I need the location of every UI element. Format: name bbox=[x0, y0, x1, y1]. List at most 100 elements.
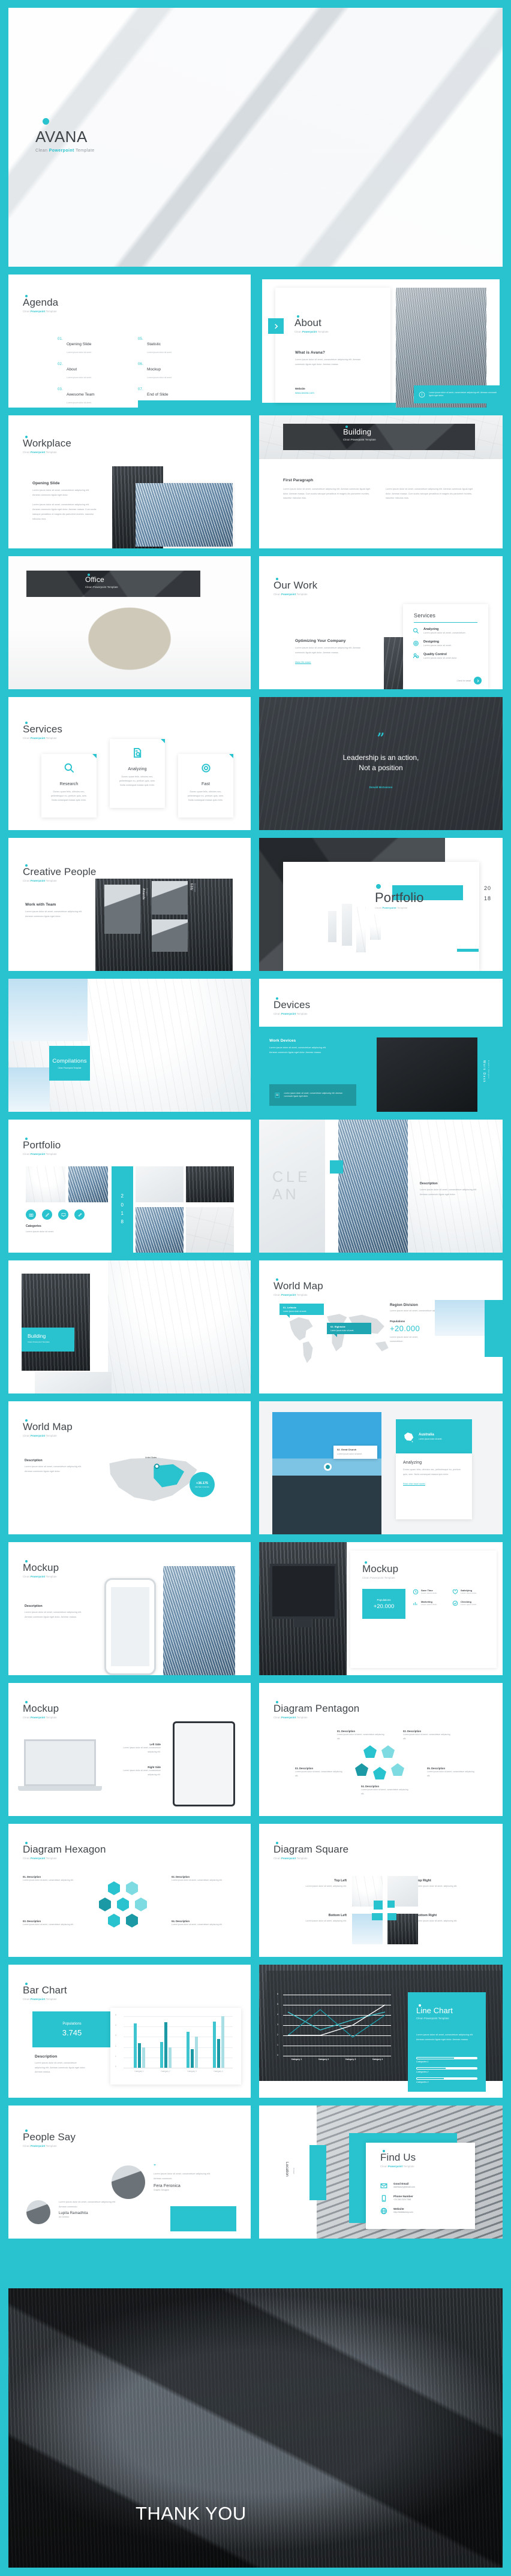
slide-about[interactable]: About Clean Powerpoint Template What is … bbox=[259, 275, 503, 408]
mockup-desktop-stat: Populations +20.000 bbox=[362, 1589, 405, 1619]
slide-building[interactable]: Building Clean Powerpoint Template First… bbox=[259, 415, 503, 548]
feature-item[interactable]: Save Time Lorem ipsum dolor. bbox=[413, 1589, 446, 1595]
portfolio-year: 2018 bbox=[483, 885, 491, 902]
destination-map-pin[interactable] bbox=[324, 1463, 332, 1471]
slide-line-chart[interactable]: 6 5 4 3 2 1 0 Category 1 Category 2 Cate… bbox=[259, 1965, 503, 2098]
feature-item[interactable]: Checking Lorem ipsum dolor. bbox=[452, 1600, 486, 1606]
service-card-analyzing[interactable]: Analyzing Donec quam felis, ultricies ne… bbox=[110, 739, 165, 808]
feature-item[interactable]: Marketing Lorem ipsum dolor. bbox=[413, 1600, 446, 1606]
testimonial-2[interactable]: Lorem ipsum dolor sit amet, consectetuer… bbox=[26, 2200, 121, 2224]
slide-creative-people[interactable]: Creative People Clean Powerpoint Templat… bbox=[8, 838, 251, 971]
building2-subtitle: Clean Powerpoint Template bbox=[28, 1341, 50, 1343]
worldmap-us-body: Description Lorem ipsum dolor sit amet, … bbox=[25, 1459, 83, 1474]
destination-bubble[interactable]: 02. Great Church Lorem ipsum dolor sit a… bbox=[333, 1446, 377, 1459]
slide-quote[interactable]: ” Leadership is an action, Not a positio… bbox=[259, 697, 503, 830]
slide-workplace[interactable]: Workplace Clean Powerpoint Template Open… bbox=[8, 415, 251, 548]
slide-devices[interactable]: Devices Clean Powerpoint Template Work D… bbox=[259, 979, 503, 1112]
mockup-tablet-left-desc: Left Side Lorem ipsum dolor sit amet, co… bbox=[115, 1743, 161, 1754]
list-item[interactable]: 02. About Lorem ipsum dolor sit amet. bbox=[58, 363, 133, 379]
bar-chart-description: Description Lorem ipsum dolor sit amet, … bbox=[35, 2055, 86, 2075]
about-arrow-button[interactable] bbox=[268, 318, 284, 334]
list-item[interactable]: 05. Statistic Lorem ipsum dolor sit amet… bbox=[138, 337, 213, 354]
contact-label: Phone Number bbox=[393, 2195, 413, 2198]
line-chart-body: Lorem ipsum dolor sit amet, consectetuer… bbox=[416, 2034, 474, 2041]
list-item[interactable]: Quality Control Lorem ipsum dolor sit am… bbox=[413, 653, 479, 660]
pentagon-shape-3[interactable] bbox=[355, 1763, 368, 1776]
accent-dot bbox=[25, 1842, 28, 1844]
slide-find-us[interactable]: Location Contact Find Us Clean Powerpoin… bbox=[259, 2106, 503, 2239]
ourwork-cta[interactable]: Check for detail bbox=[454, 677, 482, 684]
slide-office[interactable]: Office Clean Powerpoint Template bbox=[8, 556, 251, 689]
slide-diagram-pentagon[interactable]: Diagram Pentagon Clean Powerpoint Templa… bbox=[259, 1683, 503, 1816]
slide-mockup-desktop[interactable]: Mockup Clean Powerpoint Template Populat… bbox=[259, 1542, 503, 1675]
list-item[interactable]: 01. Opening Slide Lorem ipsum dolor sit … bbox=[58, 337, 133, 354]
hexagon-shape-4[interactable] bbox=[117, 1898, 129, 1911]
hexagon-shape-6[interactable] bbox=[108, 1914, 120, 1928]
slide-portfolio-grid[interactable]: Portfolio Clean Powerpoint Template 2018 bbox=[8, 1120, 251, 1253]
camera-icon-button[interactable] bbox=[26, 1209, 36, 1220]
bar-group bbox=[133, 2023, 145, 2068]
pentagon-shape-1[interactable] bbox=[363, 1745, 377, 1758]
slide-world-map-stats[interactable]: World Map Clean Powerpoint Template 01. … bbox=[259, 1260, 503, 1393]
slide-diagram-hexagon[interactable]: Diagram Hexagon Clean Powerpoint Templat… bbox=[8, 1824, 251, 1957]
list-item[interactable]: Analyzing Lorem ipsum dolor sit amet, co… bbox=[413, 628, 479, 635]
about-website[interactable]: Website www.avana.com bbox=[295, 387, 314, 394]
screen-icon-button[interactable] bbox=[58, 1209, 68, 1220]
slide-compilations[interactable]: Compilations Clean Powerpoint Template bbox=[8, 979, 251, 1112]
ourwork-link[interactable]: Make life easier bbox=[295, 661, 311, 663]
pentagon-heading: Diagram Pentagon Clean Powerpoint Templa… bbox=[273, 1701, 359, 1719]
about-website-value[interactable]: www.avana.com bbox=[295, 391, 314, 394]
contact-row[interactable]: Phone Number +24 246 2324 7548 bbox=[380, 2195, 464, 2202]
contact-row[interactable]: Website http://slidefactory.com bbox=[380, 2207, 464, 2215]
pen-icon-button[interactable] bbox=[42, 1209, 52, 1220]
devices-body: Work Devices Lorem ipsum dolor sit amet,… bbox=[269, 1039, 329, 1055]
worldmap-us-badge[interactable]: +36.175 UNITED STATES bbox=[190, 1472, 215, 1497]
feature-item[interactable]: Satisfying Lorem ipsum dolor. bbox=[452, 1589, 486, 1595]
slide-diagram-square[interactable]: Diagram Square Clean Powerpoint Template… bbox=[259, 1824, 503, 1957]
slide-people-say[interactable]: People Say Clean Powerpoint Template ” L… bbox=[8, 2106, 251, 2239]
list-item[interactable]: 03. Awesome Team Lorem ipsum dolor sit a… bbox=[58, 388, 133, 404]
map-pin-bubble-2[interactable]: 02. Rightside Lorem ipsum dolor sit amet… bbox=[327, 1323, 371, 1337]
pentagon-shape-4[interactable] bbox=[373, 1767, 386, 1779]
service-card-research[interactable]: Research Donec quam felis, ultricies nec… bbox=[41, 754, 97, 818]
list-item[interactable]: 06. Mockup Lorem ipsum dolor sit amet. bbox=[138, 363, 213, 379]
contact-label: Website bbox=[393, 2207, 404, 2210]
slide-building-2[interactable]: Building Clean Powerpoint Template bbox=[8, 1260, 251, 1393]
slide-portfolio-cover[interactable]: Portfolio Clean Powerpoint Template 2018 bbox=[259, 838, 503, 971]
slide-destination[interactable]: 02. Great Church Lorem ipsum dolor sit a… bbox=[259, 1401, 503, 1534]
hexagon-shape-1[interactable] bbox=[108, 1881, 120, 1895]
contact-row[interactable]: Good Email slidefactory@email.com bbox=[380, 2182, 464, 2189]
progress-row: Categories 2 bbox=[416, 2067, 477, 2073]
pentagon-shape-2[interactable] bbox=[381, 1745, 395, 1758]
slide-mockup-phone[interactable]: Mockup Clean Powerpoint Template Descrip… bbox=[8, 1542, 251, 1675]
slide-services[interactable]: Services Clean Powerpoint Template Resea… bbox=[8, 697, 251, 830]
contact-value[interactable]: slidefactory@email.com bbox=[393, 2186, 415, 2188]
slide-agenda[interactable]: Agenda Clean Powerpoint Template 01. Ope… bbox=[8, 275, 251, 408]
slide-bar-chart[interactable]: Bar Chart Clean Powerpoint Template Popu… bbox=[8, 1965, 251, 2098]
square-label-top-right: Top Right Lorem ipsum dolor sit amet, ad… bbox=[416, 1879, 458, 1887]
contact-value[interactable]: http://slidefactory.com bbox=[393, 2211, 413, 2213]
hexagon-shape-2[interactable] bbox=[126, 1881, 138, 1895]
hexagon-shape-3[interactable] bbox=[99, 1898, 111, 1911]
brush-icon-button[interactable] bbox=[74, 1209, 85, 1220]
destination-link[interactable]: Read other travel stories bbox=[403, 1483, 425, 1485]
slide-mockup-tablet[interactable]: Mockup Clean Powerpoint Template Left Si… bbox=[8, 1683, 251, 1816]
list-item[interactable]: Designing Lorem ipsum dolor sit amet. bbox=[413, 640, 479, 648]
contact-value[interactable]: +24 246 2324 7548 bbox=[393, 2198, 413, 2201]
slide-clean[interactable]: CLE AN Description Lorem ipsum dolor sit… bbox=[259, 1120, 503, 1253]
worldmap-us-pin[interactable] bbox=[154, 1464, 160, 1469]
map-pin-bubble-1[interactable]: 01. Leftside Lorem ipsum dolor sit amet. bbox=[279, 1304, 324, 1318]
hexagon-shape-7[interactable] bbox=[126, 1914, 138, 1928]
slide-cover[interactable]: AVANA Clean Powerpoint Template bbox=[8, 8, 503, 267]
agenda-item-label: Statistic bbox=[146, 342, 161, 346]
hexagon-shape-5[interactable] bbox=[135, 1898, 147, 1911]
slide-thank-you[interactable]: THANK YOU bbox=[8, 2288, 503, 2568]
ourwork-heading: Our Work Clean Powerpoint Template bbox=[273, 578, 317, 596]
pentagon-shape-5[interactable] bbox=[391, 1763, 404, 1776]
service-card-fast[interactable]: Fast Donec quam felis, ultricies nec, pe… bbox=[178, 754, 233, 818]
workplace-photo-glass bbox=[136, 483, 233, 547]
accent-dot bbox=[88, 574, 90, 576]
slide-world-map-us[interactable]: World Map Clean Powerpoint Template Desc… bbox=[8, 1401, 251, 1534]
testimonial-1[interactable]: ” Lorem ipsum dolor sit amet, consectetu… bbox=[112, 2164, 216, 2199]
slide-our-work[interactable]: Our Work Clean Powerpoint Template Optim… bbox=[259, 556, 503, 689]
